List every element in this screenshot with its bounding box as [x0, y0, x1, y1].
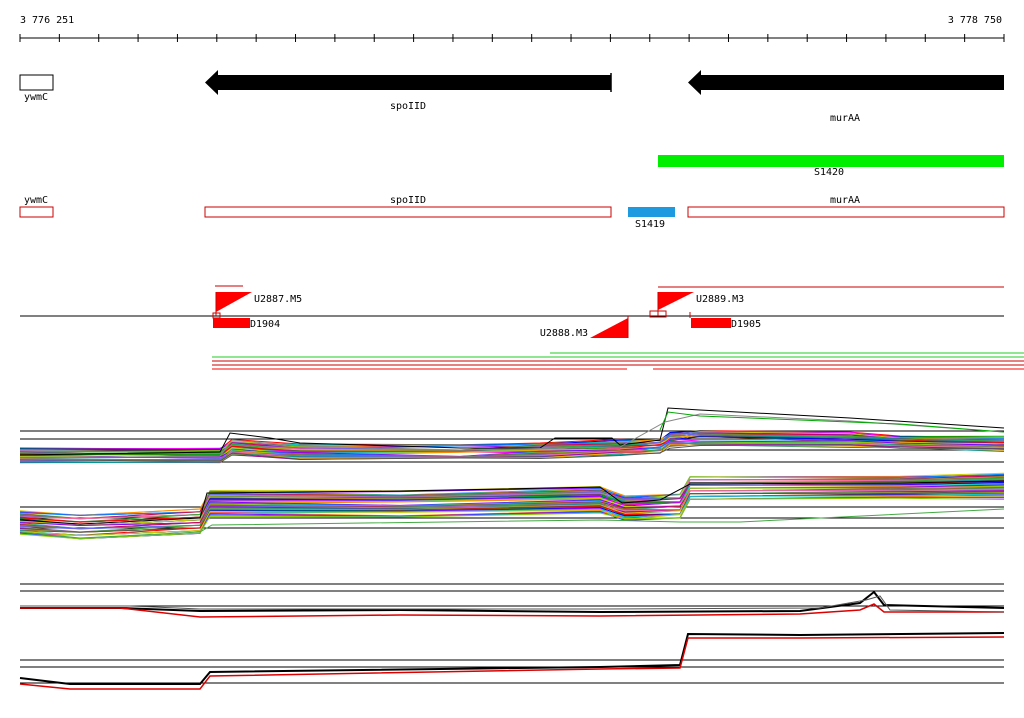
promoter-label-U2889-M3: U2889.M3 [696, 294, 744, 305]
promoter-label-U2888-M3: U2888.M3 [540, 328, 588, 339]
segment-track: S1420 S1419 [628, 155, 1004, 230]
outline-box-spoIID[interactable] [204, 206, 612, 218]
promoter-U2889-M3[interactable] [658, 292, 694, 310]
gene-label-ywmC: ywmC [24, 92, 48, 103]
feature-track: U2887.M5 U2889.M3 U2888.M3 D1904 D1905 [20, 285, 1004, 339]
gene-box-ywmC[interactable] [19, 74, 54, 91]
outline-label-spoIID: spoIID [390, 195, 426, 206]
gene-arrow-spoIID[interactable] [205, 70, 611, 95]
coordinate-ruler: 3 776 251 3 778 750 [19, 15, 1005, 42]
outline-label-murAA: murAA [830, 195, 860, 206]
outline-label-ywmC: ywmC [24, 195, 48, 206]
domain-D1904[interactable] [213, 318, 250, 328]
promoter-label-U2887-M5: U2887.M5 [254, 294, 302, 305]
genome-track-canvas: 3 776 251 3 778 750 ywmC spoIID murAA S1… [19, 15, 1024, 690]
expression-panel-2 [19, 472, 1005, 540]
gene-arrow-murAA[interactable] [688, 70, 1004, 95]
coverage-track [212, 352, 1024, 370]
expression-panel-3 [19, 583, 1005, 690]
domain-D1905[interactable] [691, 318, 731, 328]
gene-outline-track: ywmC spoIID murAA [19, 195, 1005, 218]
expression-panel-1 [19, 407, 1005, 464]
domain-label-D1904: D1904 [250, 319, 280, 330]
segment-label-S1419: S1419 [635, 219, 665, 230]
genome-browser-view: 3 776 251 3 778 750 ywmC spoIID murAA S1… [0, 0, 1024, 714]
gene-arrow-track: ywmC spoIID murAA [19, 70, 1004, 124]
promoter-U2888-M3[interactable] [590, 318, 628, 338]
ruler-end-label: 3 778 750 [948, 15, 1002, 26]
segment-bar-S1420[interactable] [658, 155, 1004, 167]
domain-label-D1905: D1905 [731, 319, 761, 330]
outline-box-murAA[interactable] [687, 206, 1005, 218]
gene-label-murAA: murAA [830, 113, 860, 124]
outline-box-ywmC[interactable] [19, 206, 54, 218]
segment-label-S1420: S1420 [814, 167, 844, 178]
gene-label-spoIID: spoIID [390, 101, 426, 112]
promoter-U2887-M5[interactable] [216, 292, 252, 312]
ruler-start-label: 3 776 251 [20, 15, 74, 26]
segment-bar-S1419[interactable] [628, 207, 675, 217]
